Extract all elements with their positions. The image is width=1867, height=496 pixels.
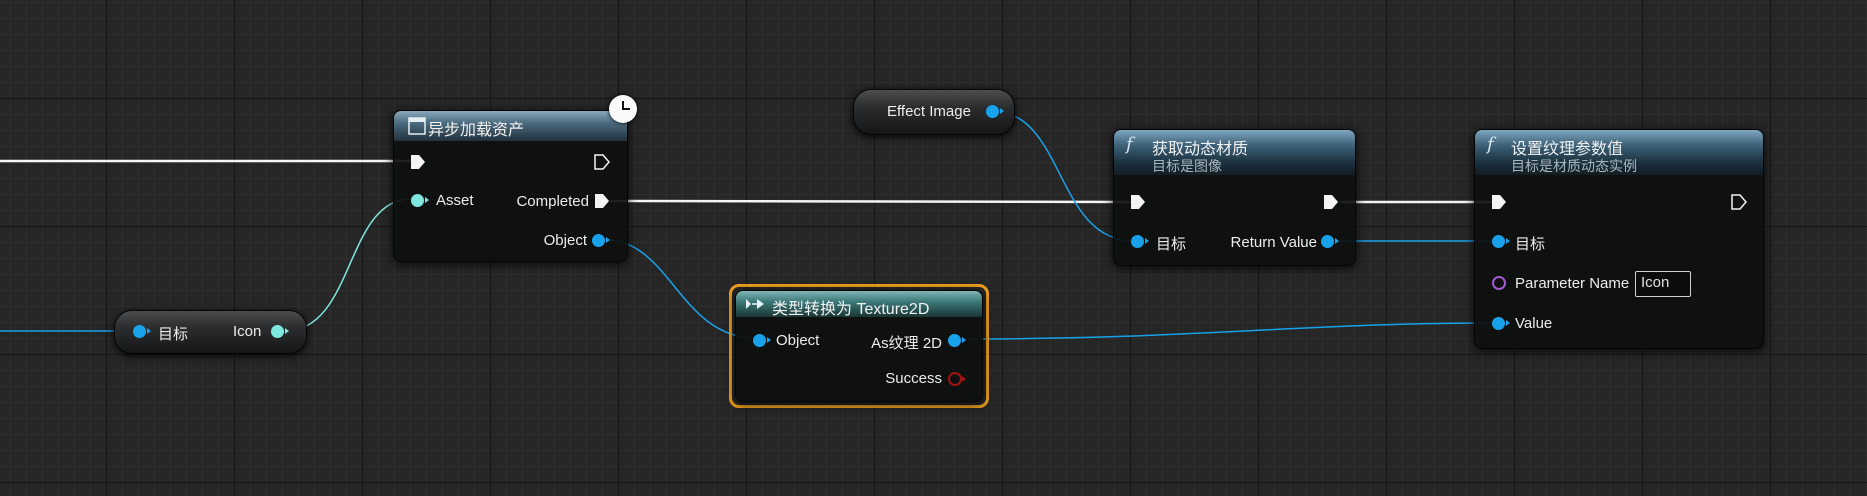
asset-label: Asset [436,192,474,209]
parameter-name-label: Parameter Name [1515,275,1630,292]
set-texture-param-node[interactable]: f 设置纹理参数值 目标是材质动态实例 目标 Parameter Name Ic… [1474,129,1764,349]
completed-pin[interactable] [594,193,610,209]
as-texture-pin[interactable] [948,334,966,347]
success-label: Success [885,370,942,387]
set-texture-param-subtitle: 目标是材质动态实例 [1511,158,1637,174]
effect-image-label: Effect Image [887,103,971,120]
exec-in-pin[interactable] [410,154,426,170]
parameter-name-input[interactable]: Icon [1635,271,1691,297]
async-load-title: 异步加载资产 [428,122,525,139]
target-label: 目标 [1515,236,1546,253]
target-icon-node[interactable]: 目标 Icon [114,310,307,354]
clock-icon [609,95,637,123]
effect-image-node[interactable]: Effect Image [853,89,1015,135]
return-value-label: Return Value [1230,234,1317,251]
object-in-pin[interactable] [753,334,771,347]
object-label: Object [776,332,820,349]
value-label: Value [1515,315,1553,332]
exec-out-pin[interactable] [1731,194,1747,210]
icon-output-label: Icon [233,323,262,340]
exec-in-pin[interactable] [1130,194,1146,210]
parameter-name-pin[interactable] [1492,276,1506,290]
object-out-pin[interactable] [592,234,610,247]
return-value-pin[interactable] [1321,235,1339,248]
wire-texture-to-value [961,322,1496,340]
completed-label: Completed [516,193,589,210]
macro-icon [408,117,426,135]
async-load-asset-node[interactable]: 异步加载资产 Asset Completed Object [393,110,628,262]
target-label: 目标 [1156,236,1187,253]
as-texture-label: As纹理 2D [871,335,942,352]
target-in-pin[interactable] [1131,235,1149,248]
function-icon: f [1487,134,1494,155]
exec-out-pin[interactable] [1323,194,1339,210]
cast-icon [746,299,764,309]
function-icon: f [1126,134,1133,155]
value-in-pin[interactable] [1492,317,1510,330]
cast-title: 类型转换为 Texture2D [772,301,930,318]
cast-to-texture2d-node[interactable]: 类型转换为 Texture2D Object As纹理 2D Success [735,290,983,402]
target-in-pin[interactable] [133,325,151,338]
asset-pin[interactable] [411,194,429,207]
target-label: 目标 [158,326,189,343]
cast-header: 类型转换为 Texture2D [736,291,982,318]
set-texture-param-header: f 设置纹理参数值 目标是材质动态实例 [1475,130,1763,175]
exec-out-pin[interactable] [594,154,610,170]
get-dynamic-material-header: f 获取动态材质 目标是图像 [1114,130,1355,175]
get-dynamic-material-node[interactable]: f 获取动态材质 目标是图像 目标 Return Value [1113,129,1356,266]
get-dynamic-material-subtitle: 目标是图像 [1152,158,1222,174]
icon-out-pin[interactable] [271,325,289,338]
exec-wire-completed [609,199,1135,204]
async-load-header: 异步加载资产 [394,111,627,141]
exec-in-pin[interactable] [1491,194,1507,210]
target-in-pin[interactable] [1492,235,1510,248]
effect-image-pin[interactable] [986,105,1004,118]
object-label: Object [543,232,587,249]
success-pin[interactable] [948,372,966,386]
